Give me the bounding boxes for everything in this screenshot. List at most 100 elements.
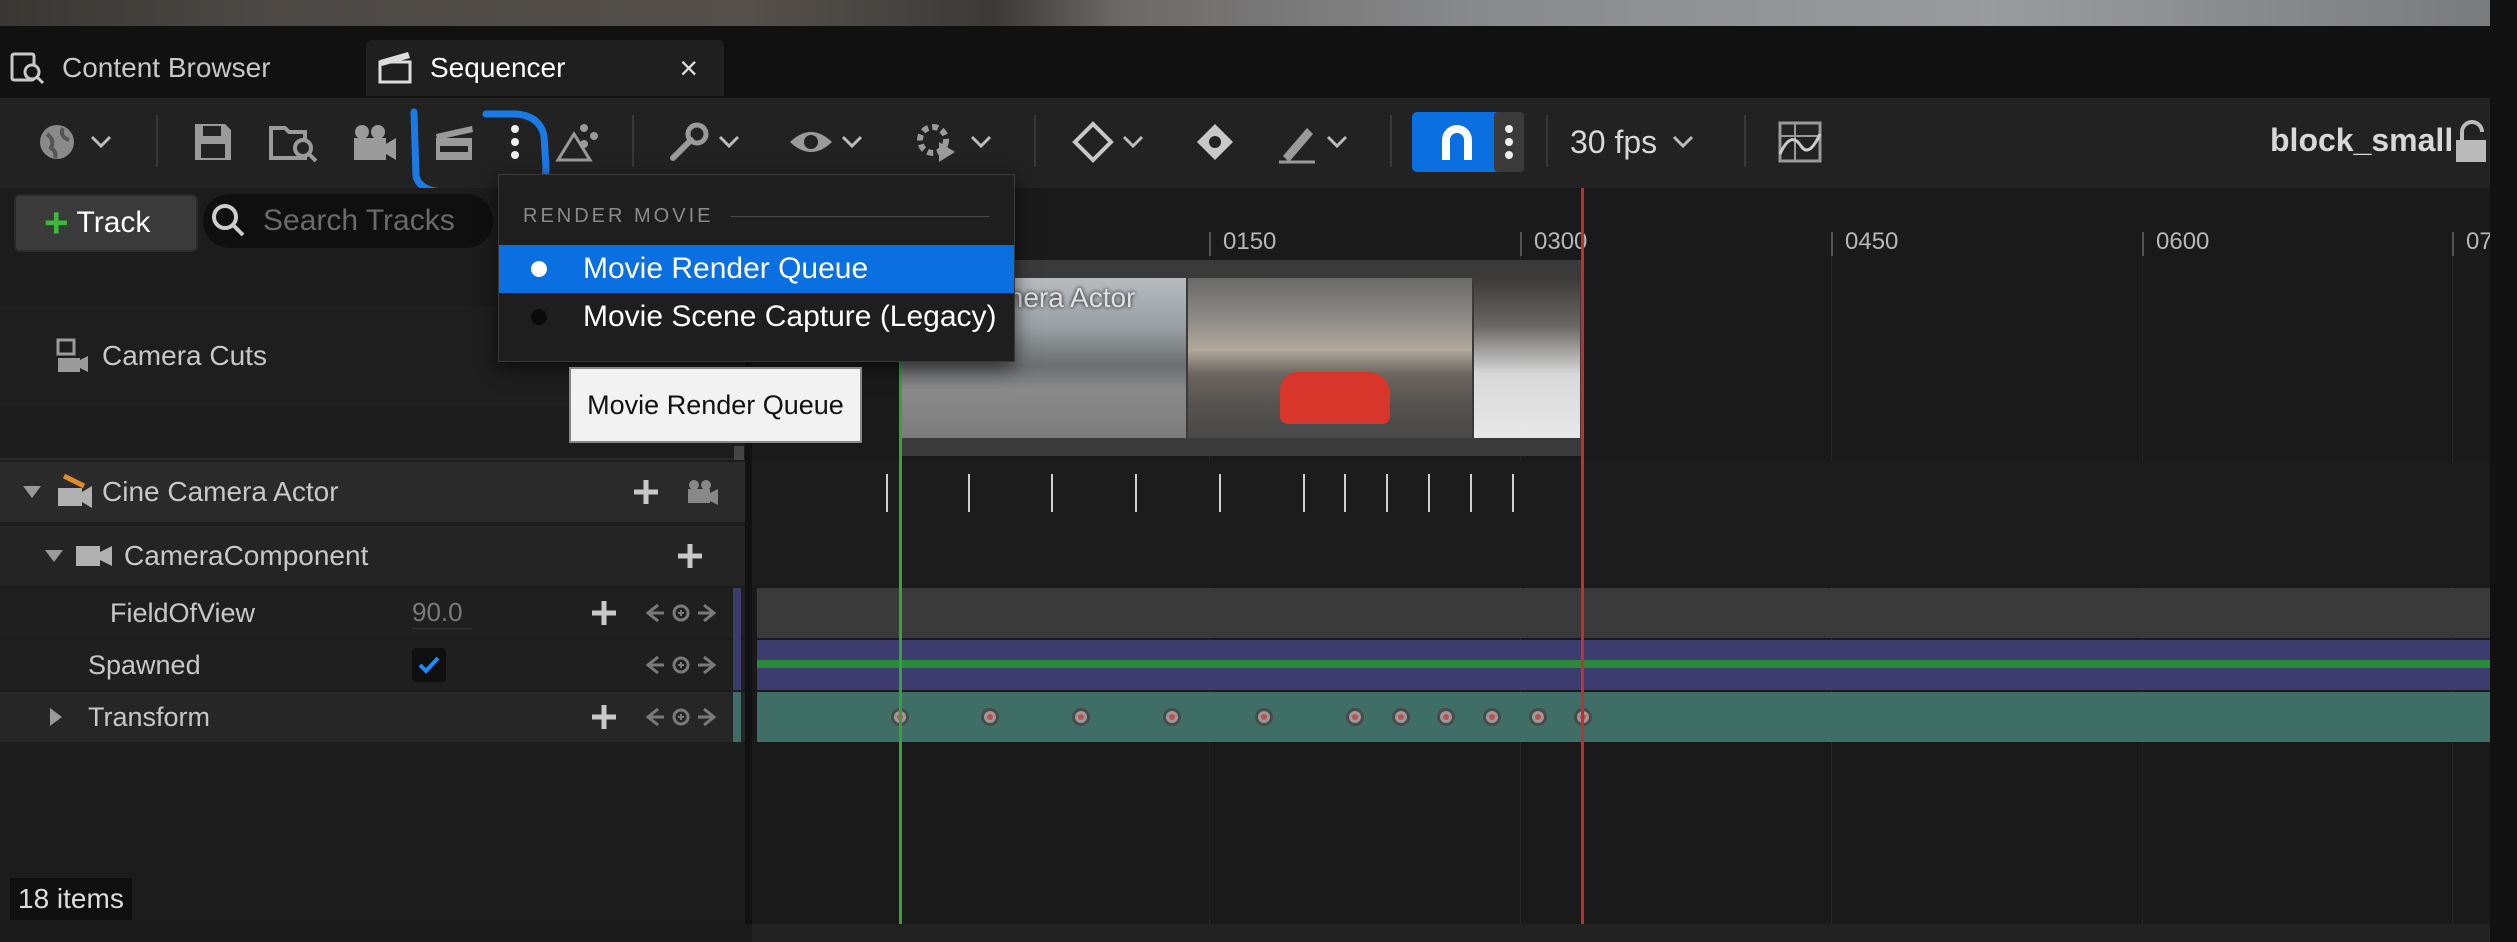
track-row-cine-camera-actor[interactable]: Cine Camera Actor bbox=[0, 462, 745, 522]
keyframe[interactable] bbox=[1255, 708, 1273, 726]
hierarchy-button[interactable] bbox=[552, 112, 602, 172]
expand-arrow-icon[interactable] bbox=[44, 705, 68, 729]
spawned-active-bar bbox=[757, 660, 2490, 668]
search-tracks-field[interactable]: Search Tracks bbox=[203, 194, 493, 248]
sequence-name: block_small bbox=[2270, 122, 2454, 158]
fps-label: 30 fps bbox=[1570, 123, 1658, 160]
items-count: 18 items bbox=[10, 878, 132, 920]
ruler-tick-label: 07 bbox=[2466, 228, 2493, 255]
hierarchy-icon bbox=[555, 124, 598, 162]
keyframe[interactable] bbox=[1483, 708, 1501, 726]
event-tick bbox=[886, 474, 888, 512]
add-key-plus-icon[interactable] bbox=[590, 703, 618, 731]
event-tick bbox=[1386, 474, 1388, 512]
collapse-arrow-icon[interactable] bbox=[42, 544, 66, 568]
spawned-checkbox[interactable] bbox=[412, 648, 446, 682]
save-icon bbox=[195, 124, 231, 160]
keyframe[interactable] bbox=[1437, 708, 1455, 726]
keyframe[interactable] bbox=[1529, 708, 1547, 726]
key-dropdown[interactable] bbox=[1066, 112, 1150, 172]
event-tick bbox=[1428, 474, 1430, 512]
plus-icon: + bbox=[44, 199, 69, 246]
bottom-status-bar bbox=[0, 924, 752, 942]
keyframe[interactable] bbox=[1163, 708, 1181, 726]
track-label: Cine Camera Actor bbox=[102, 476, 339, 507]
browse-button[interactable] bbox=[266, 112, 322, 172]
key-icon bbox=[1197, 124, 1233, 160]
cine-camera-icon bbox=[58, 473, 92, 508]
transform-track[interactable] bbox=[757, 692, 2490, 742]
key-navigation-icon[interactable] bbox=[644, 601, 718, 625]
lock-button[interactable] bbox=[2450, 112, 2490, 172]
keyframe[interactable] bbox=[1392, 708, 1410, 726]
add-key-plus-icon[interactable] bbox=[590, 599, 618, 627]
track-label: Camera Cuts bbox=[102, 340, 267, 371]
ruler-tick-label: 0300 bbox=[1534, 228, 1588, 255]
ruler-tick bbox=[1520, 232, 1522, 256]
add-track-label: Track bbox=[76, 206, 151, 239]
globe-icon bbox=[40, 125, 74, 159]
more-vertical-icon bbox=[1505, 125, 1513, 159]
tab-content-browser[interactable]: Content Browser bbox=[0, 40, 360, 96]
movie-camera-icon bbox=[354, 125, 396, 160]
chevron-down-icon bbox=[1122, 135, 1144, 149]
track-row-spawned[interactable]: Spawned bbox=[0, 640, 745, 690]
eye-icon bbox=[790, 132, 832, 152]
close-icon[interactable]: × bbox=[679, 50, 698, 87]
lock-icon bbox=[2456, 120, 2486, 162]
menu-item-movie-scene-capture[interactable]: Movie Scene Capture (Legacy) bbox=[499, 293, 1014, 341]
field-of-view-value[interactable]: 90.0 bbox=[412, 597, 472, 629]
track-row-transform[interactable]: Transform bbox=[0, 692, 745, 742]
field-of-view-track[interactable] bbox=[757, 588, 2490, 638]
chevron-down-icon bbox=[90, 135, 112, 149]
track-row-field-of-view[interactable]: FieldOfView 90.0 bbox=[0, 588, 745, 638]
add-track-plus-icon[interactable] bbox=[632, 478, 660, 506]
keyframe[interactable] bbox=[1072, 708, 1090, 726]
keyframe[interactable] bbox=[981, 708, 999, 726]
ruler-tick bbox=[1209, 232, 1211, 256]
video-camera-icon bbox=[76, 546, 112, 566]
playback-options-dropdown[interactable] bbox=[910, 112, 996, 172]
snap-options-button[interactable] bbox=[1494, 112, 1524, 172]
wrench-icon bbox=[670, 122, 709, 161]
camera-actor-options-icon[interactable] bbox=[684, 477, 720, 507]
camera-cuts-icon bbox=[56, 338, 88, 372]
key-navigation-icon[interactable] bbox=[644, 705, 718, 729]
event-tick bbox=[1135, 474, 1137, 512]
search-tracks-placeholder: Search Tracks bbox=[263, 204, 455, 237]
row-color-strip bbox=[733, 588, 741, 690]
tab-sequencer[interactable]: Sequencer × bbox=[366, 40, 724, 96]
collapse-arrow-icon[interactable] bbox=[20, 480, 44, 504]
scrollbar[interactable] bbox=[734, 446, 744, 460]
tab-label: Content Browser bbox=[62, 52, 271, 83]
ruler-tick-label: 0150 bbox=[1223, 228, 1277, 255]
add-track-button[interactable]: + Track bbox=[14, 194, 198, 252]
snap-toggle[interactable] bbox=[1412, 112, 1502, 172]
fps-dropdown[interactable]: 30 fps bbox=[1570, 112, 1720, 172]
add-track-plus-icon[interactable] bbox=[676, 542, 704, 570]
keyframe[interactable] bbox=[1346, 708, 1364, 726]
timeline-scrollbar-track bbox=[752, 924, 2490, 942]
track-label: Spawned bbox=[88, 649, 201, 680]
ruler-tick-label: 0600 bbox=[2156, 228, 2210, 255]
red-car bbox=[1280, 372, 1390, 424]
curve-editor-icon bbox=[1778, 121, 1822, 163]
menu-item-movie-render-queue[interactable]: Movie Render Queue bbox=[499, 245, 1014, 293]
key-navigation-icon[interactable] bbox=[644, 653, 718, 677]
camera-button[interactable] bbox=[348, 112, 402, 172]
ruler-tick bbox=[2452, 232, 2454, 256]
event-ticks-track bbox=[752, 462, 2490, 586]
edit-dropdown[interactable] bbox=[1270, 112, 1354, 172]
tools-dropdown[interactable] bbox=[664, 112, 744, 172]
playback-end-marker[interactable] bbox=[1581, 188, 1584, 924]
tab-label: Sequencer bbox=[430, 52, 566, 83]
chevron-down-icon bbox=[1673, 135, 1694, 149]
save-button[interactable] bbox=[188, 112, 238, 172]
pencil-icon bbox=[1279, 128, 1315, 164]
curve-editor-button[interactable] bbox=[1772, 112, 1828, 172]
world-dropdown-button[interactable] bbox=[30, 112, 120, 172]
track-row-camera-component[interactable]: CameraComponent bbox=[0, 526, 745, 586]
view-dropdown[interactable] bbox=[786, 112, 866, 172]
event-tick bbox=[1512, 474, 1514, 512]
key-tangent-button[interactable] bbox=[1190, 112, 1240, 172]
